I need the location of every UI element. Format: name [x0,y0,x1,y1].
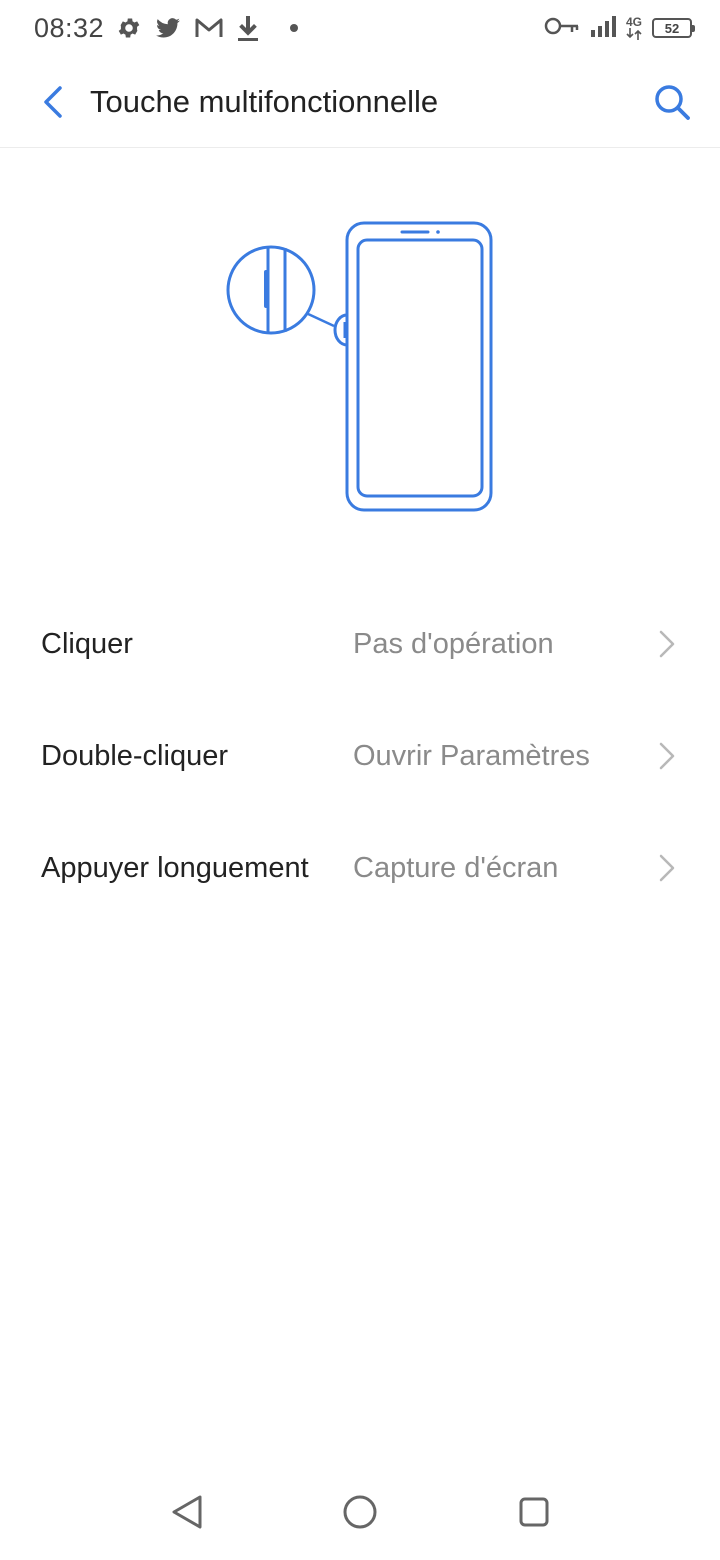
search-button[interactable] [648,78,696,126]
battery-level: 52 [664,20,680,36]
gear-icon [116,15,142,41]
status-left: 08:32 [34,12,299,44]
status-right: 4G 52 [544,14,695,43]
setting-row-double-click[interactable]: Double-cliquer Ouvrir Paramètres [0,700,720,812]
nav-bar [0,1470,720,1554]
setting-label: Double-cliquer [41,739,228,772]
download-icon [236,14,260,42]
nav-back-button[interactable] [157,1482,217,1542]
nav-recents-icon [519,1497,549,1527]
dot-icon [290,24,299,32]
vpn-key-icon [544,15,580,42]
chevron-right-icon [659,742,675,770]
back-button[interactable] [22,72,82,132]
nav-back-icon [172,1495,202,1529]
setting-value: Capture d'écran [353,851,559,884]
status-bar: 08:32 4G 52 [0,0,720,56]
setting-label: Cliquer [41,627,133,660]
chevron-right-icon [659,854,675,882]
chevron-right-icon [659,630,675,658]
nav-home-button[interactable] [330,1482,390,1542]
setting-value: Ouvrir Paramètres [353,739,590,772]
page-title: Touche multifonctionnelle [90,83,439,119]
twitter-icon [154,15,182,41]
back-arrow-icon [44,85,62,118]
settings-list: Cliquer Pas d'opération Double-cliquer O… [0,588,720,924]
nav-home-icon [343,1495,377,1529]
signal-icon [590,14,616,43]
nav-recents-button[interactable] [504,1482,564,1542]
phone-side-key-illustration [220,215,510,525]
gmail-icon [194,16,224,40]
search-icon [655,84,690,120]
screen: 08:32 4G 52 Touche multifonctionnelle Cl… [0,0,720,1560]
setting-row-click[interactable]: Cliquer Pas d'opération [0,588,720,700]
status-time: 08:32 [34,12,105,43]
setting-value: Pas d'opération [353,627,554,660]
setting-label: Appuyer longuement [41,851,309,884]
setting-row-long-press[interactable]: Appuyer longuement Capture d'écran [0,812,720,924]
app-bar: Touche multifonctionnelle [0,56,720,148]
battery-icon: 52 [652,18,695,38]
network-type: 4G [626,16,642,40]
